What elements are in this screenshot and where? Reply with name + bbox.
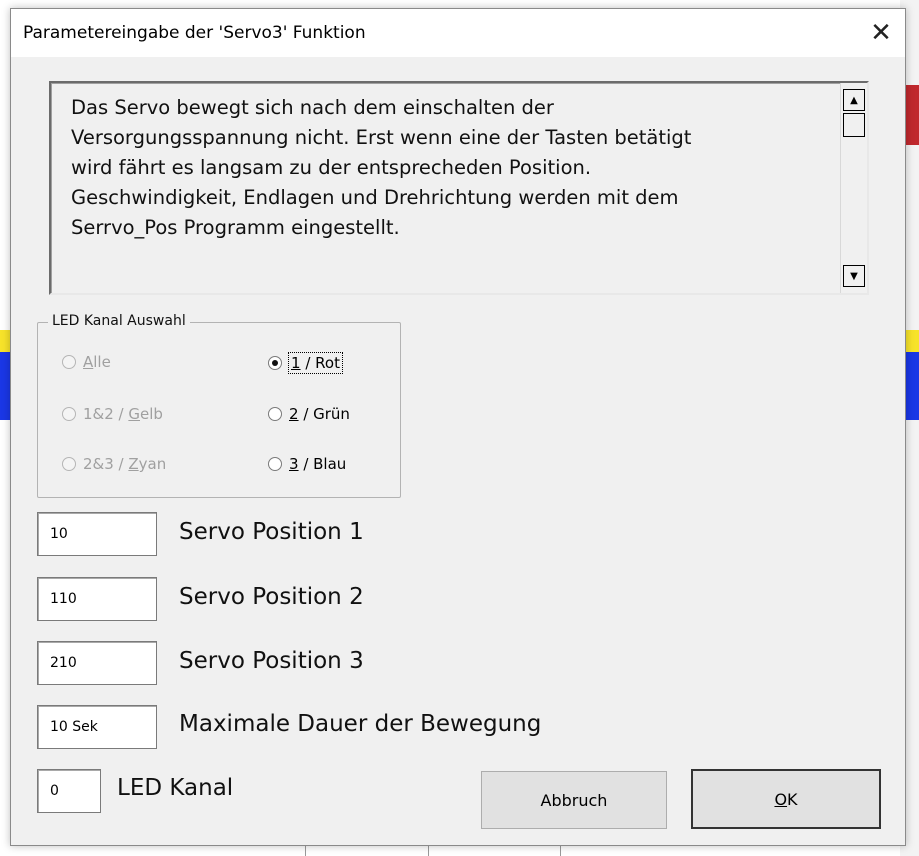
close-icon: ✕ <box>870 18 892 48</box>
radio-3-blau[interactable]: 3 / Blau <box>268 455 346 473</box>
led-channel-input[interactable]: 0 <box>37 769 101 813</box>
max-duration-input[interactable]: 10 Sek <box>37 705 157 749</box>
radio-selected-dot <box>272 360 278 366</box>
arrow-up-icon: ▲ <box>850 94 858 106</box>
radio-2-gruen[interactable]: 2 / Grün <box>268 405 350 423</box>
radio-label: Alle <box>83 353 111 371</box>
servo-position-1-input[interactable]: 10 <box>37 512 157 556</box>
servo-position-3-label: Servo Position 3 <box>179 648 364 674</box>
close-button[interactable]: ✕ <box>857 9 905 57</box>
radio-circle <box>62 355 76 369</box>
servo-position-2-label: Servo Position 2 <box>179 584 364 610</box>
dialog-title: Parametereingabe der 'Servo3' Funktion <box>23 23 366 43</box>
max-duration-label: Maximale Dauer der Bewegung <box>179 711 542 737</box>
cancel-button[interactable]: Abbruch <box>481 771 667 829</box>
radio-label: 2&3 / Zyan <box>83 455 167 473</box>
led-channel-group: LED Kanal Auswahl Alle 1 / Rot 1&2 / Gel… <box>37 313 401 498</box>
servo3-parameter-dialog: Parametereingabe der 'Servo3' Funktion ✕… <box>10 8 906 846</box>
vertical-scrollbar[interactable]: ▲ ▼ <box>840 83 867 293</box>
radio-label: 2 / Grün <box>289 405 350 423</box>
description-textbox[interactable]: Das Servo bewegt sich nach dem einschalt… <box>49 81 869 295</box>
radio-circle <box>268 457 282 471</box>
title-bar[interactable]: Parametereingabe der 'Servo3' Funktion ✕ <box>11 9 905 57</box>
radio-circle <box>62 407 76 421</box>
scroll-thumb[interactable] <box>843 113 865 137</box>
radio-1-2-gelb[interactable]: 1&2 / Gelb <box>62 405 163 423</box>
description-text: Das Servo bewegt sich nach dem einschalt… <box>71 96 692 239</box>
background-yellow-cell <box>0 330 10 352</box>
radio-1-rot[interactable]: 1 / Rot <box>268 352 343 374</box>
radio-label: 1 / Rot <box>288 352 343 374</box>
arrow-down-icon: ▼ <box>850 270 858 282</box>
radio-circle <box>268 407 282 421</box>
ok-label: K <box>787 789 798 809</box>
scroll-up-button[interactable]: ▲ <box>843 89 865 111</box>
servo-position-2-input[interactable]: 110 <box>37 577 157 621</box>
ok-button[interactable]: OK <box>691 769 881 829</box>
ok-accelerator: O <box>774 789 788 809</box>
servo-position-1-label: Servo Position 1 <box>179 519 364 545</box>
scroll-down-button[interactable]: ▼ <box>843 265 865 287</box>
group-legend: LED Kanal Auswahl <box>48 313 190 329</box>
radio-circle <box>62 457 76 471</box>
radio-label: 1&2 / Gelb <box>83 405 163 423</box>
background-red-icon <box>906 85 919 145</box>
led-channel-label: LED Kanal <box>117 775 234 801</box>
servo-position-3-input[interactable]: 210 <box>37 641 157 685</box>
radio-label: 3 / Blau <box>289 455 347 473</box>
radio-2-3-zyan[interactable]: 2&3 / Zyan <box>62 455 166 473</box>
background-yellow-cell <box>906 330 919 352</box>
radio-alle[interactable]: Alle <box>62 353 111 371</box>
radio-circle <box>268 356 282 370</box>
